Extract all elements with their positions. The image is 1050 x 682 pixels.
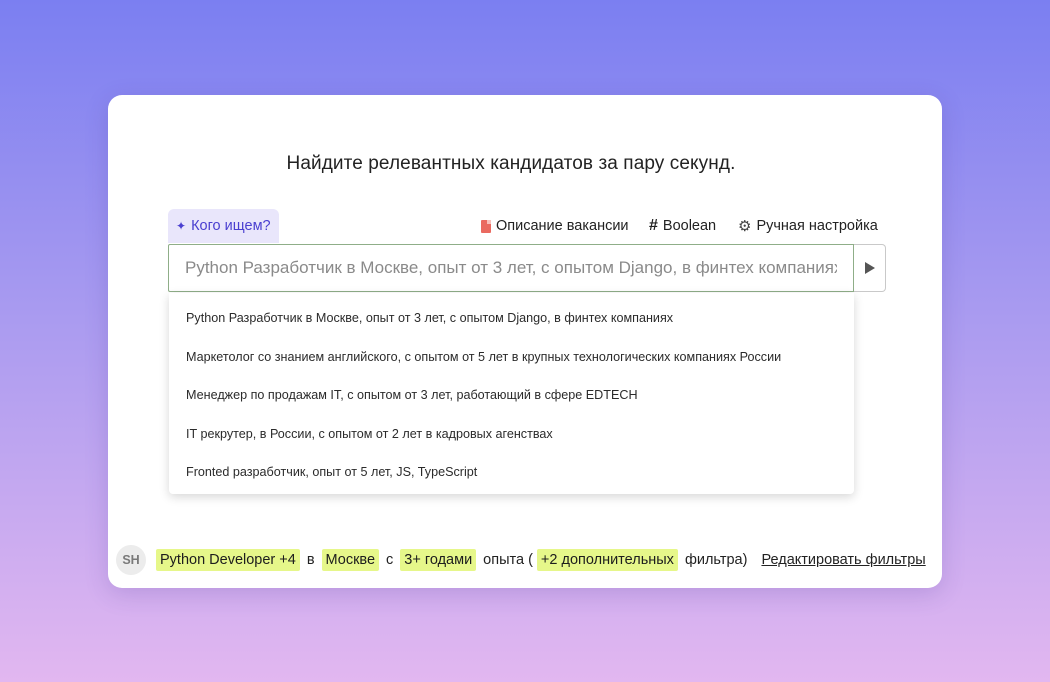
search-card: Найдите релевантных кандидатов за пару с… [108, 95, 942, 588]
suggestion-item[interactable]: Маркетолог со знанием английского, с опы… [169, 338, 854, 377]
filter-chip-extra[interactable]: +2 дополнительных [536, 549, 678, 571]
tab-manual-settings-label: Ручная настройка [756, 218, 878, 234]
tab-who-label: Кого ищем? [191, 218, 271, 234]
filter-text-extra: фильтра) [684, 552, 748, 568]
gear-icon: ⚙ [738, 218, 752, 235]
suggestions-dropdown: Python Разработчик в Москве, опыт от 3 л… [169, 293, 854, 494]
search-input[interactable] [168, 244, 854, 292]
play-icon [864, 262, 875, 274]
suggestion-item[interactable]: Fronted разработчик, опыт от 5 лет, JS, … [169, 453, 854, 492]
filter-chip-city[interactable]: Москве [321, 549, 380, 571]
headline-text: Найдите релевантных кандидатов за пару с… [286, 153, 736, 174]
filter-text-with: с [386, 552, 394, 568]
filter-text-experience: опыта ( [483, 552, 533, 568]
edit-filters-link[interactable]: Редактировать фильтры [761, 552, 925, 568]
tab-boolean[interactable]: # Boolean [649, 209, 716, 243]
page-title: Найдите релевантных кандидатов за пару с… [108, 153, 942, 175]
suggestion-item[interactable]: IT рекрутер, в России, с опытом от 2 лет… [169, 415, 854, 454]
filter-summary: SH Python Developer +4 в Москве с 3+ год… [116, 544, 926, 576]
document-icon [481, 219, 491, 233]
tab-boolean-label: Boolean [662, 218, 717, 234]
suggestion-item[interactable]: Python Разработчик в Москве, опыт от 3 л… [169, 299, 854, 338]
filter-text-in: в [306, 552, 315, 568]
tab-who[interactable]: ✦ Кого ищем? [168, 209, 279, 243]
suggestion-item[interactable]: Менеджер по продажам IT, с опытом от 3 л… [169, 376, 854, 415]
send-button[interactable] [854, 244, 886, 292]
search-mode-tabs: ✦ Кого ищем? Описание вакансии # Boolean… [168, 209, 886, 243]
hash-icon: # [649, 217, 658, 234]
filter-chip-experience[interactable]: 3+ годами [400, 549, 477, 571]
tab-job-description[interactable]: Описание вакансии [481, 209, 629, 243]
search-row [168, 244, 886, 292]
sparkle-icon: ✦ [176, 219, 187, 233]
avatar[interactable]: SH [116, 545, 146, 575]
tab-manual-settings[interactable]: ⚙ Ручная настройка [738, 209, 878, 243]
filter-chip-role[interactable]: Python Developer +4 [156, 549, 300, 571]
tab-job-description-label: Описание вакансии [496, 218, 629, 234]
avatar-initials: SH [122, 553, 140, 567]
